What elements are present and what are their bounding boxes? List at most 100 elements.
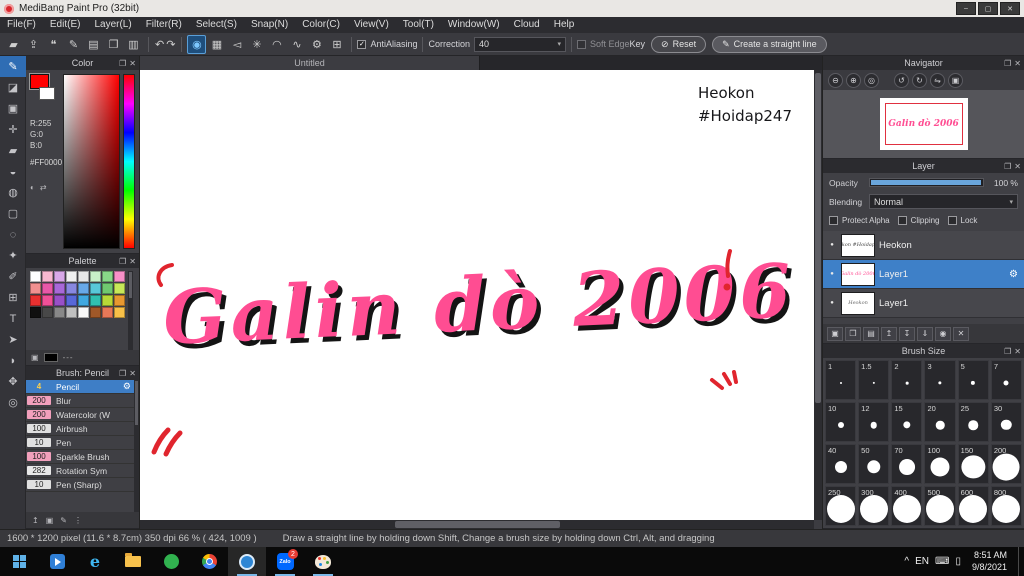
close-icon[interactable]: ✕ xyxy=(129,257,136,266)
brush-size-cell[interactable]: 40 xyxy=(825,444,857,484)
delete-layer-icon[interactable]: ✕ xyxy=(953,326,969,341)
rotate-right-icon[interactable]: ↻ xyxy=(912,72,927,88)
palette-swatch[interactable] xyxy=(66,307,77,318)
straight-line-button[interactable]: ✎ Create a straight line xyxy=(712,35,827,53)
pages-icon[interactable]: ❐ xyxy=(104,35,123,54)
color-wheel-icon[interactable]: ◐ xyxy=(30,183,35,192)
close-icon[interactable]: ✕ xyxy=(129,369,136,378)
active-brush-icon[interactable]: ◉ xyxy=(187,34,207,54)
brush-item[interactable]: 100 Sparkle Brush ⚙ xyxy=(26,450,134,464)
menu-item[interactable]: Select(S) xyxy=(189,17,244,33)
snapshot-icon[interactable]: ◉ xyxy=(935,326,951,341)
redo-button[interactable]: ↷ xyxy=(165,35,176,54)
zoom-out-icon[interactable]: ⊖ xyxy=(828,72,843,88)
edit-icon[interactable]: ✎ xyxy=(64,35,83,54)
palette-swatch[interactable] xyxy=(30,307,41,318)
brush-menu-icon[interactable]: ⋮ xyxy=(74,516,82,525)
canvas-vertical-scrollbar[interactable] xyxy=(814,70,822,520)
canvas-horizontal-scrollbar[interactable] xyxy=(140,520,814,529)
brush-scrollbar[interactable] xyxy=(134,380,139,512)
palette-swatch[interactable] xyxy=(90,307,101,318)
start-button[interactable] xyxy=(0,547,38,576)
saturation-value-picker[interactable] xyxy=(63,74,120,249)
palette-swatch[interactable] xyxy=(114,307,125,318)
text-tool[interactable]: T xyxy=(0,308,26,329)
gradient-tool[interactable]: ◍ xyxy=(0,182,26,203)
current-swatch[interactable] xyxy=(43,353,58,362)
chrome-icon[interactable] xyxy=(190,547,228,576)
zoom-in-icon[interactable]: ⊕ xyxy=(846,72,861,88)
palette-swatch[interactable] xyxy=(78,271,89,282)
close-button[interactable]: ✕ xyxy=(1000,2,1020,15)
brush-size-cell[interactable]: 5 xyxy=(957,360,989,400)
menu-item[interactable]: File(F) xyxy=(0,17,43,33)
brush-size-cell[interactable]: 7 xyxy=(990,360,1022,400)
palette-swatch[interactable] xyxy=(30,271,41,282)
battery-icon[interactable]: ▯ xyxy=(955,556,961,567)
brush-size-cell[interactable]: 1.5 xyxy=(858,360,890,400)
menu-item[interactable]: Cloud xyxy=(507,17,547,33)
palette-swatch[interactable] xyxy=(114,271,125,282)
document-tab[interactable]: Untitled xyxy=(140,56,480,70)
antialiasing-checkbox[interactable]: ✓ AntiAliasing xyxy=(357,39,417,49)
palette-swatch[interactable] xyxy=(114,295,125,306)
blending-select[interactable]: Normal ▾ xyxy=(869,194,1018,210)
brush-size-cell[interactable]: 800 xyxy=(990,486,1022,526)
protect-alpha-checkbox[interactable]: Protect Alpha xyxy=(829,216,890,226)
zoom-fit-icon[interactable]: ◎ xyxy=(864,72,879,88)
brush-item[interactable]: 10 Pen ⚙ xyxy=(26,436,134,450)
brush-size-cell[interactable]: 400 xyxy=(891,486,923,526)
palette-swatch[interactable] xyxy=(114,283,125,294)
reset-button[interactable]: ⊘ Reset xyxy=(651,35,707,53)
brush-size-cell[interactable]: 600 xyxy=(957,486,989,526)
minimize-button[interactable]: – xyxy=(956,2,976,15)
brush-settings-icon[interactable]: ⚙ xyxy=(123,381,134,392)
language-indicator[interactable]: EN xyxy=(915,556,929,567)
palette-swatch[interactable] xyxy=(30,295,41,306)
menu-item[interactable]: Snap(N) xyxy=(244,17,295,33)
close-icon[interactable]: ✕ xyxy=(1014,59,1021,68)
edge-icon[interactable]: e xyxy=(76,547,114,576)
visibility-dot[interactable]: ● xyxy=(827,271,837,277)
snap-curve-icon[interactable]: ◠ xyxy=(267,35,286,54)
palette-swatch[interactable] xyxy=(102,307,113,318)
hue-slider[interactable] xyxy=(123,74,135,249)
brush-item[interactable]: 200 Blur ⚙ xyxy=(26,394,134,408)
palette-swatch[interactable] xyxy=(78,283,89,294)
palette-swatch[interactable] xyxy=(90,295,101,306)
swap-colors-icon[interactable]: ⇄ xyxy=(40,183,47,192)
canvas-document[interactable]: Heokon #Hoidap247 Galin dò 2006 xyxy=(140,70,814,520)
menu-item[interactable]: Help xyxy=(547,17,582,33)
edit-brush-icon[interactable]: ✎ xyxy=(60,516,67,525)
brush-item[interactable]: 10 Pen (Sharp) ⚙ xyxy=(26,478,134,492)
brush-panel-icon[interactable]: ▦ xyxy=(207,35,226,54)
dot-tool[interactable]: ▣ xyxy=(0,98,26,119)
layer-row[interactable]: ● Heokon Layer1 ⚙ xyxy=(823,289,1024,319)
palette-swatch[interactable] xyxy=(66,271,77,282)
zalo-icon[interactable]: Zalo 2 xyxy=(266,547,304,576)
menu-item[interactable]: Edit(E) xyxy=(43,17,88,33)
brush-size-cell[interactable]: 100 xyxy=(924,444,956,484)
popout-icon[interactable]: ❐ xyxy=(1004,162,1011,171)
undo-button[interactable]: ↶ xyxy=(154,35,165,54)
brush-size-cell[interactable]: 250 xyxy=(825,486,857,526)
brush-size-cell[interactable]: 2 xyxy=(891,360,923,400)
popout-icon[interactable]: ❐ xyxy=(119,257,126,266)
layer-row[interactable]: ● Galin dò 2006 Layer1 ⚙ xyxy=(823,260,1024,290)
brush-size-cell[interactable]: 12 xyxy=(858,402,890,442)
lasso-tool[interactable]: ◌ xyxy=(0,224,26,245)
menu-item[interactable]: Tool(T) xyxy=(396,17,441,33)
medibang-icon[interactable] xyxy=(228,547,266,576)
palette-swatch[interactable] xyxy=(90,283,101,294)
menu-item[interactable]: Window(W) xyxy=(441,17,507,33)
move-tool[interactable]: ✛ xyxy=(0,119,26,140)
file-explorer-icon[interactable] xyxy=(114,547,152,576)
brush-size-cell[interactable]: 3 xyxy=(924,360,956,400)
palette-swatch[interactable] xyxy=(30,283,41,294)
panel-layout-icon[interactable]: ▥ xyxy=(124,35,143,54)
palette-swatch[interactable] xyxy=(42,295,53,306)
scroll-up-icon[interactable]: ↥ xyxy=(32,516,39,525)
palette-swatch[interactable] xyxy=(42,271,53,282)
navigator-preview[interactable]: Galin dò 2006 xyxy=(823,90,1024,159)
close-icon[interactable]: ✕ xyxy=(129,59,136,68)
